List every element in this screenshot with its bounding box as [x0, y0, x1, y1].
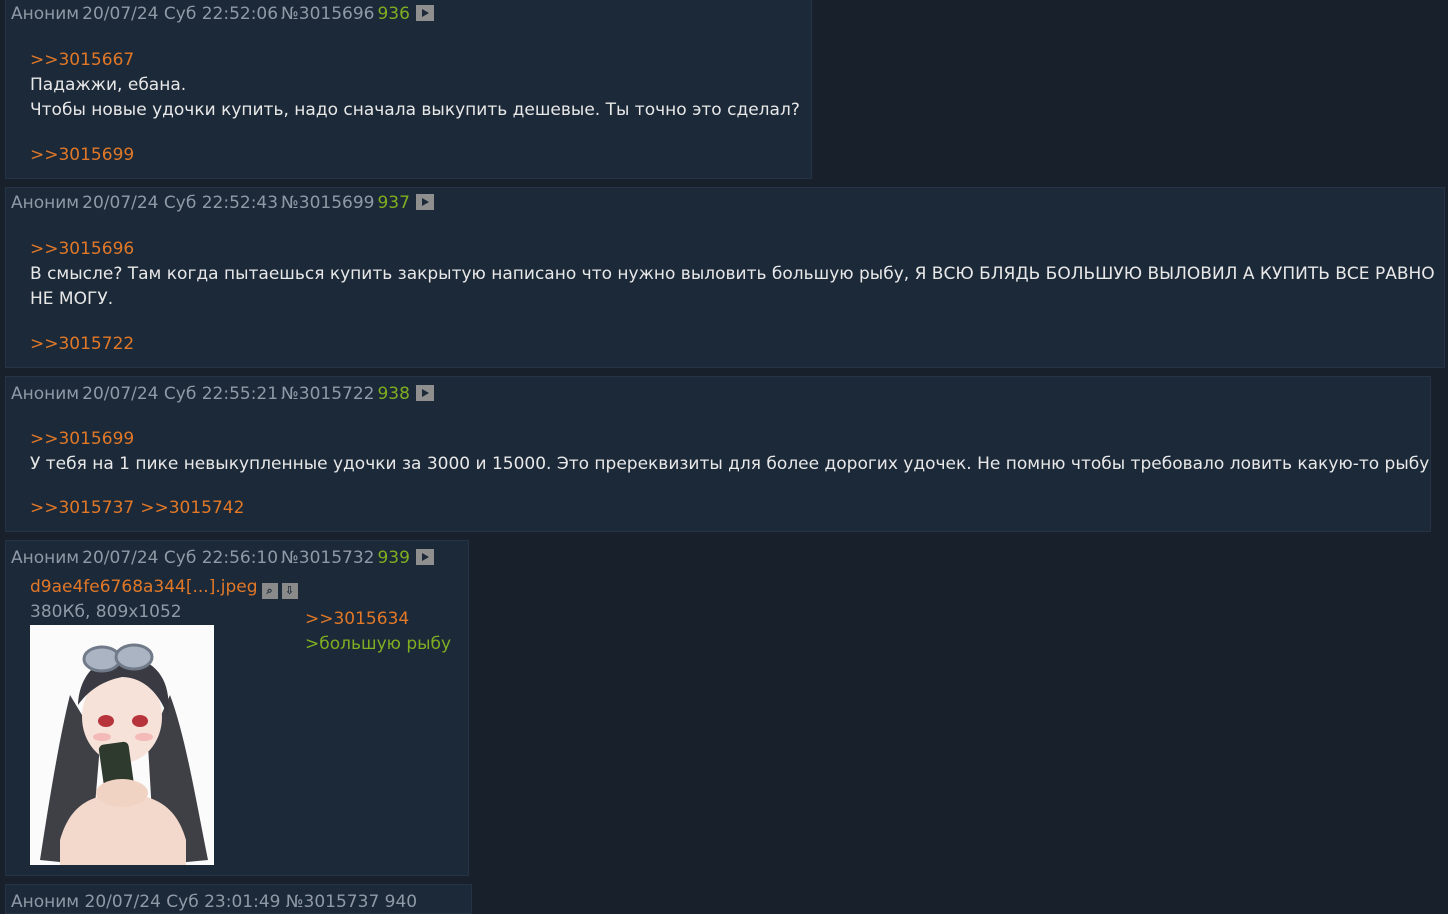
post-id[interactable]: №3015722: [281, 384, 374, 404]
post-938: Аноним 20/07/24 Суб 22:55:21 №3015722 938 >…: [5, 376, 1431, 532]
greentext-quote: >большую рыбу: [305, 634, 452, 654]
post-author: Аноним: [11, 193, 80, 213]
post-header: Аноним 20/07/24 Суб 23:01:49 №3015737 94…: [11, 892, 418, 912]
post-date: 20/07/24 Суб 22:52:43: [82, 193, 279, 213]
post-message: >>3015696 В смысле? Там когда пытаешься …: [30, 237, 1435, 312]
message-line: Чтобы новые удочки купить, надо сначала …: [30, 100, 800, 120]
post-date: 20/07/24 Суб 22:55:21: [82, 384, 279, 404]
post-message: >>3015699 У тебя на 1 пике невыкупленные…: [30, 427, 1429, 477]
post-936: Аноним 20/07/24 Суб 22:52:06 №3015696 936 >…: [5, 0, 812, 179]
post-number: 937: [377, 193, 410, 213]
play-icon[interactable]: [415, 549, 434, 565]
message-line: В смысле? Там когда пытаешься купить зак…: [30, 264, 1435, 284]
reply-link[interactable]: >>3015634: [305, 609, 409, 629]
post-937: Аноним 20/07/24 Суб 22:52:43 №3015699 937 >…: [5, 187, 1445, 368]
post-id[interactable]: №3015699: [281, 193, 374, 213]
post-replies: >>3015737 >>3015742: [30, 497, 250, 519]
play-icon[interactable]: [415, 5, 434, 21]
post-number: 938: [377, 384, 410, 404]
play-icon[interactable]: [415, 194, 434, 210]
anime-girl-image: [30, 625, 214, 865]
post-replies: >>3015722: [30, 333, 140, 355]
message-line: У тебя на 1 пике невыкупленные удочки за…: [30, 454, 1430, 474]
post-header: Аноним 20/07/24 Суб 22:55:21 №3015722 938: [11, 383, 437, 405]
file-info: d9ae4fe6768a344[...].jpeg ⌕ ⇩: [30, 576, 298, 599]
file-meta: 380Кб, 809x1052: [30, 602, 182, 622]
reply-link[interactable]: >>3015699: [30, 429, 134, 449]
post-author: Аноним: [11, 384, 80, 404]
post-header: Аноним 20/07/24 Суб 22:52:06 №3015696 936: [11, 3, 437, 25]
play-icon[interactable]: [415, 385, 434, 401]
post-date: 20/07/24 Суб 22:56:10: [82, 548, 279, 568]
post-id[interactable]: №3015732: [281, 548, 374, 568]
image-thumbnail[interactable]: [30, 625, 214, 865]
post-header: Аноним 20/07/24 Суб 22:52:43 №3015699 937: [11, 192, 437, 214]
reply-backlink[interactable]: >>3015699: [30, 145, 134, 165]
search-icon[interactable]: ⌕: [261, 583, 278, 599]
post-date: 20/07/24 Суб 22:52:06: [82, 4, 279, 24]
reply-link[interactable]: >>3015696: [30, 239, 134, 259]
post-message: >>3015634 >большую рыбу: [305, 607, 451, 657]
message-line: Падажжи, ебана.: [30, 75, 187, 95]
message-line: НЕ МОГУ.: [30, 289, 114, 309]
post-header: Аноним 20/07/24 Суб 22:56:10 №3015732 939: [11, 547, 437, 569]
download-icon[interactable]: ⇩: [281, 583, 298, 599]
post-author: Аноним: [11, 4, 80, 24]
file-name-link[interactable]: d9ae4fe6768a344[...].jpeg: [30, 577, 258, 597]
post-author: Аноним: [11, 548, 80, 568]
post-message: >>3015667 Падажжи, ебана. Чтобы новые уд…: [30, 48, 800, 123]
post-id[interactable]: №3015696: [281, 4, 374, 24]
post-replies: >>3015699: [30, 144, 140, 166]
post-940-partial: Аноним 20/07/24 Суб 23:01:49 №3015737 94…: [5, 884, 472, 914]
reply-backlink[interactable]: >>3015742: [140, 498, 244, 518]
post-939: Аноним 20/07/24 Суб 22:56:10 №3015732 939 d…: [5, 540, 469, 876]
reply-backlink[interactable]: >>3015722: [30, 334, 134, 354]
post-number: 936: [377, 4, 410, 24]
reply-backlink[interactable]: >>3015737: [30, 498, 134, 518]
reply-link[interactable]: >>3015667: [30, 50, 134, 70]
post-number: 939: [377, 548, 410, 568]
